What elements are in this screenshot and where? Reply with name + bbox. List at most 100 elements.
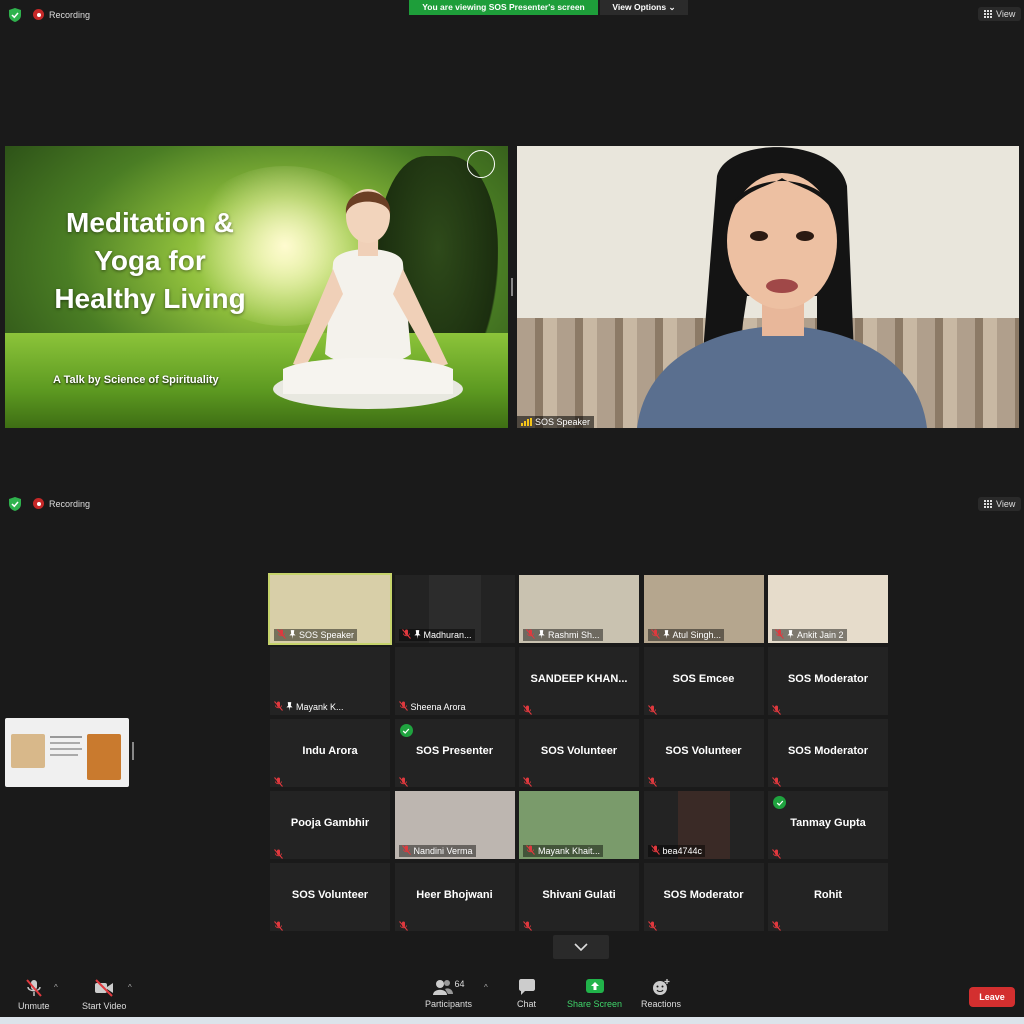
participant-tile[interactable]: bea4744c <box>643 791 764 859</box>
muted-mic-icon <box>398 774 408 787</box>
view-button[interactable]: View <box>978 7 1022 21</box>
participant-name: SOS Volunteer <box>291 889 369 901</box>
start-video-label: Start Video <box>82 1001 127 1011</box>
participant-tile[interactable]: Mayank K... <box>270 647 390 715</box>
shared-content-thumbnail[interactable] <box>5 718 129 787</box>
chat-icon <box>518 979 535 995</box>
participants-options-caret[interactable]: ^ <box>484 983 488 992</box>
participant-tile[interactable]: Madhuran... <box>394 575 515 643</box>
muted-mic-icon <box>274 774 283 787</box>
pin-icon <box>787 629 794 641</box>
participant-tile[interactable]: Heer Bhojwani <box>394 863 515 931</box>
participant-tile[interactable]: Pooja Gambhir <box>270 791 390 859</box>
participant-name: Sheena Arora <box>410 702 466 712</box>
participant-tile[interactable]: Mayank Khait... <box>519 791 639 859</box>
participant-name: SOS Moderator <box>787 673 869 685</box>
share-screen-label: Share Screen <box>567 999 623 1009</box>
participant-name: Pooja Gambhir <box>290 817 370 829</box>
participant-name: Rashmi Sh... <box>548 630 600 640</box>
muted-mic-icon <box>523 702 532 715</box>
pin-icon <box>538 629 545 641</box>
muted-mic-icon <box>526 845 535 857</box>
security-shield-icon[interactable] <box>9 497 21 511</box>
leave-button[interactable]: Leave <box>969 987 1015 1007</box>
participant-name: SOS Moderator <box>787 745 869 757</box>
participant-name: SANDEEP KHAN... <box>530 673 628 685</box>
speaker-video[interactable]: SOS Speaker <box>517 146 1019 428</box>
participant-name: SOS Volunteer <box>665 745 742 757</box>
security-shield-icon[interactable] <box>9 8 21 22</box>
muted-mic-icon <box>772 918 781 931</box>
participant-tile[interactable]: SANDEEP KHAN... <box>519 647 639 715</box>
muted-mic-icon <box>398 918 408 931</box>
participant-tile[interactable]: Rohit <box>768 863 888 931</box>
split-resize-handle[interactable] <box>511 278 513 296</box>
audio-options-caret[interactable]: ^ <box>54 983 58 992</box>
participant-tile[interactable]: SOS Emcee <box>643 647 764 715</box>
reactions-button[interactable]: Reactions <box>641 979 681 1009</box>
start-video-button[interactable]: Start Video <box>82 979 126 1011</box>
participant-name-tag: Nandini Verma <box>398 845 476 857</box>
thumbnail-resize-handle[interactable] <box>132 742 134 760</box>
participant-name: SOS Volunteer <box>540 745 618 757</box>
participants-count: 64 <box>454 979 465 989</box>
participant-tile[interactable]: SOS Speaker <box>268 573 392 645</box>
recording-indicator[interactable]: Recording <box>33 9 90 20</box>
shared-screen-slide: Meditation & Yoga for Healthy Living A T… <box>5 146 508 428</box>
slide-title-line: Healthy Living <box>54 283 246 314</box>
participant-tile[interactable]: SOS Volunteer <box>270 863 390 931</box>
participant-tile[interactable]: Sheena Arora <box>394 647 515 715</box>
muted-mic-icon <box>647 918 657 931</box>
participant-name: SOS Emcee <box>672 673 735 685</box>
share-screen-button[interactable]: Share Screen <box>567 979 622 1009</box>
view-options-button[interactable]: View Options ⌄ <box>600 0 688 15</box>
participant-name-tag: Sheena Arora <box>398 701 466 713</box>
muted-mic-icon <box>647 702 657 715</box>
muted-mic-icon <box>650 629 660 641</box>
participant-tile[interactable]: Shivani Gulati <box>519 863 639 931</box>
muted-microphone-icon <box>25 979 42 997</box>
muted-mic-icon <box>274 846 283 859</box>
chat-button[interactable]: Chat <box>517 979 536 1009</box>
participant-tile[interactable]: Nandini Verma <box>394 791 515 859</box>
recording-indicator[interactable]: Recording <box>33 498 90 509</box>
participant-name: Nandini Verma <box>413 846 473 856</box>
participant-tile[interactable]: Ankit Jain 2 <box>768 575 888 643</box>
participant-name-tag: Mayank K... <box>274 701 344 713</box>
participant-tile[interactable]: Atul Singh... <box>643 575 764 643</box>
participant-name: Ankit Jain 2 <box>797 630 844 640</box>
muted-mic-icon <box>401 629 411 641</box>
reactions-icon <box>653 979 670 995</box>
participant-tile[interactable]: SOS Moderator <box>643 863 764 931</box>
participant-tile[interactable]: SOS Volunteer <box>519 719 639 787</box>
participant-name: Heer Bhojwani <box>416 889 493 901</box>
participant-name-tag: Atul Singh... <box>647 629 725 641</box>
video-off-icon <box>95 979 114 997</box>
chat-label: Chat <box>517 999 537 1009</box>
video-options-caret[interactable]: ^ <box>128 983 132 992</box>
pin-icon <box>286 701 293 713</box>
audio-level-icon <box>521 418 532 426</box>
participant-tile[interactable]: SOS Moderator <box>768 647 888 715</box>
participant-tile[interactable]: SOS Presenter <box>394 719 515 787</box>
meeting-toolbar: Unmute ^ Start Video ^ 64 Participants ^… <box>0 969 1024 1017</box>
participant-name: Madhuran... <box>423 630 472 640</box>
participants-icon <box>432 980 453 995</box>
slide-title-line: Meditation & <box>66 207 234 238</box>
participant-tile[interactable]: Indu Arora <box>270 719 390 787</box>
participant-name: Indu Arora <box>302 745 358 757</box>
record-icon <box>33 9 44 20</box>
verified-check-icon <box>773 796 786 809</box>
view-button[interactable]: View <box>978 497 1022 511</box>
participants-button[interactable]: 64 Participants <box>425 979 472 1009</box>
participant-tile[interactable]: Tanmay Gupta <box>768 791 888 859</box>
participant-tile[interactable]: Rashmi Sh... <box>519 575 639 643</box>
participant-tile[interactable]: SOS Moderator <box>768 719 888 787</box>
participant-name-tag: bea4744c <box>647 845 706 857</box>
speaker-name: SOS Speaker <box>535 417 591 427</box>
muted-mic-icon <box>526 629 535 641</box>
participant-tile[interactable]: SOS Volunteer <box>643 719 764 787</box>
gallery-scroll-down-button[interactable] <box>553 935 609 959</box>
participant-name: Tanmay Gupta <box>790 817 866 829</box>
unmute-button[interactable]: Unmute <box>18 979 50 1011</box>
